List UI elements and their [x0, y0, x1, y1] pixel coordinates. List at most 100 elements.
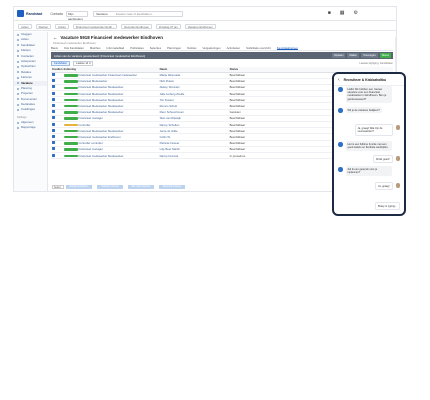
job-title[interactable]: Financieel medewerker Medewerker: [78, 154, 123, 158]
message-bubble: Hallo! We hebben een nieuwe vacature voo…: [345, 86, 392, 103]
user-avatar: [395, 183, 400, 188]
checkbox[interactable]: [52, 134, 55, 138]
job-title[interactable]: Financieel Medewerker: [78, 79, 107, 83]
checkbox[interactable]: [52, 110, 55, 114]
job-title[interactable]: Financieel medewerker Financieel medewer…: [78, 73, 137, 77]
filter-chip[interactable]: Klanten: [35, 23, 52, 29]
checkbox[interactable]: [52, 128, 55, 132]
checkbox[interactable]: [52, 116, 55, 120]
checkbox[interactable]: [52, 97, 55, 101]
sidebar-item[interactable]: Instellingen: [14, 107, 47, 112]
bot-avatar: [338, 108, 343, 113]
sidebar: Inloggen Acties Kandidaten Klanten Conta…: [14, 32, 48, 191]
progress-bar: [63, 98, 78, 102]
page-title: ← Vacature 5918 Financieel medewerker Ei…: [53, 35, 163, 40]
back-arrow-icon[interactable]: ‹: [338, 77, 340, 83]
row-cell-name[interactable]: Danny Ferreira: [158, 152, 229, 160]
tab[interactable]: Notities: [187, 46, 196, 50]
tab[interactable]: Basis: [51, 46, 58, 50]
toolbar-icons: ■ ▦ ⚙: [328, 10, 358, 16]
row-cell-job: Financieel medewerker Medewerker: [62, 152, 159, 160]
tab[interactable]: Activiteiten: [227, 46, 241, 50]
tab[interactable]: Ook Kandidaten: [64, 46, 84, 50]
tab[interactable]: Planningen: [167, 46, 181, 50]
progress-bar: [63, 129, 78, 133]
progress-bar: [63, 92, 78, 96]
job-title[interactable]: Controller controller: [78, 141, 102, 145]
filter-chip[interactable]: Acties: [55, 23, 69, 29]
checkbox[interactable]: [52, 79, 55, 83]
page-size-select[interactable]: Select: [52, 185, 64, 189]
page-subtitle: Financieel medewerker Eindhoven: [53, 41, 96, 45]
checkbox[interactable]: [52, 147, 55, 151]
typing-text: Brasy is typing...: [374, 202, 400, 211]
checkbox[interactable]: [52, 73, 55, 77]
checkbox[interactable]: [52, 122, 55, 126]
bottom-button[interactable]: Alle naar matches: [128, 185, 154, 189]
bullet-icon: [17, 33, 19, 36]
user-avatar: [395, 156, 400, 161]
filter-kandidaten-button[interactable]: Kandidaten: [51, 60, 71, 66]
filter-period-button[interactable]: Laatste 14 d: [73, 60, 94, 66]
back-arrow-icon[interactable]: ←: [53, 35, 57, 40]
brand-name: Randstad: [26, 11, 43, 16]
job-title[interactable]: Financieel Medewerker Medewerker: [78, 92, 123, 96]
bullet-icon: [17, 55, 19, 58]
tab[interactable]: Publicaties: [130, 46, 144, 50]
scope-select[interactable]: Mijn aanbieders: [65, 10, 88, 21]
search-scope[interactable]: Vacature: [96, 12, 108, 16]
tab-bar: Basis Ook Kandidaten Matches Informatieb…: [51, 46, 393, 51]
job-title[interactable]: Financieel manager: [78, 147, 103, 151]
bottom-button[interactable]: Opslaan selectie: [97, 185, 123, 189]
bell-icon[interactable]: ■: [328, 10, 331, 16]
sidebar-item[interactable]: Rapportage: [14, 125, 47, 130]
filter-chip[interactable]: Financieel medewerker Endh...: [72, 23, 118, 29]
job-title[interactable]: Financieel Medewerker Medewerker: [78, 110, 123, 114]
filter-chip[interactable]: Acties: [18, 23, 32, 29]
add-button[interactable]: Toevoegen: [361, 53, 378, 58]
checkbox[interactable]: [52, 141, 55, 145]
tab[interactable]: Vergaderingen: [202, 46, 220, 50]
checkbox[interactable]: [52, 91, 55, 95]
bullet-icon: [17, 49, 19, 52]
brand-logo[interactable]: [17, 10, 24, 17]
new-button[interactable]: Nieuw: [379, 53, 391, 58]
progress-bar: [63, 111, 78, 114]
checkbox[interactable]: [52, 104, 55, 108]
job-title[interactable]: Financieel manager: [78, 116, 103, 120]
sub-toolbar: Kandidaten Laatste 14 d Laatste wijzigin…: [51, 60, 393, 66]
bot-message: Het is een fulltime functie met een goed…: [338, 141, 392, 151]
list-icon[interactable]: ▦: [340, 10, 345, 16]
job-title[interactable]: Financieel medewerker Endhoven: [78, 135, 120, 139]
checkbox[interactable]: [52, 153, 55, 157]
action-bar: Acties van de vacature geselecteerd: [Fi…: [51, 52, 393, 59]
job-title[interactable]: Financieel Medewerker Medewerker: [78, 104, 123, 108]
bottom-button[interactable]: Bekijk kandidaten: [66, 185, 92, 189]
bullet-icon: [17, 121, 19, 124]
job-title[interactable]: Controller: [78, 123, 90, 127]
search-input[interactable]: Vacature Zoeken naar of kandidaten...: [93, 11, 183, 17]
bottom-button[interactable]: Bevestig selectie: [159, 185, 185, 189]
row-cell-select[interactable]: [51, 152, 63, 160]
mail-button[interactable]: Mailen: [347, 53, 360, 58]
tab[interactable]: Matches: [90, 46, 101, 50]
bullet-icon: [17, 92, 19, 95]
tab[interactable]: Sollicitatie overzicht: [246, 46, 271, 50]
gear-icon[interactable]: ⚙: [354, 10, 358, 16]
save-button[interactable]: Opslaan: [331, 53, 346, 58]
tab-active[interactable]: Kandidaatbeheer: [276, 46, 299, 50]
tab[interactable]: Selecties: [150, 46, 161, 50]
job-title[interactable]: Financieel Medewerker Medewerker: [78, 85, 123, 89]
filter-chip[interactable]: Recruiter Endhoven: [121, 23, 153, 29]
job-title[interactable]: Financieel Medewerker Medewerker: [78, 129, 123, 133]
tab[interactable]: Informatieblad: [106, 46, 124, 50]
bullet-icon: [17, 82, 19, 85]
checkbox[interactable]: [52, 85, 55, 89]
filter-chip[interactable]: Vacature Eindhoven: [184, 23, 216, 29]
job-title[interactable]: Financieel Medewerker Medewerker: [78, 98, 123, 102]
nav-contacts[interactable]: Contacts: [50, 12, 63, 16]
bottom-button-bar: Bekijk kandidaten Opslaan selectie Alle …: [66, 185, 185, 189]
phone-mockup: ‹ Recruiteze & Kiskkaholtku Hallo! We he…: [332, 72, 406, 216]
filter-chip[interactable]: Dinsdag 07 jan: [156, 23, 181, 29]
bullet-icon: [17, 60, 19, 63]
